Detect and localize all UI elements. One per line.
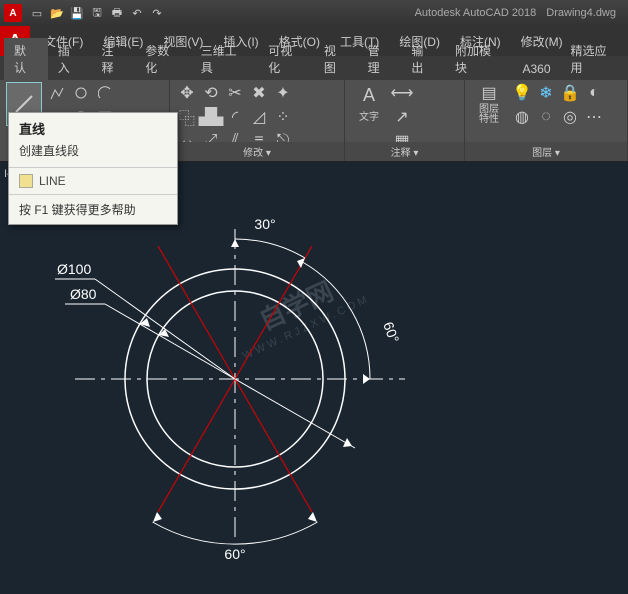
- erase-icon[interactable]: ✖: [248, 82, 270, 104]
- tab-addins[interactable]: 附加模块: [445, 38, 512, 80]
- tab-parametric[interactable]: 参数化: [135, 38, 191, 80]
- tab-view[interactable]: 视图: [314, 38, 358, 80]
- save-icon[interactable]: 💾: [68, 4, 86, 22]
- panel-modify: ✥ ⟲ ✂ ✖ ✦ ⿻ ▟▙ ◜ ◿ ⁘ ↔ ⤢ ⫽ ≡: [170, 80, 345, 161]
- panel-annotate: A 文字 ⟷ ↗ ▦ 注释 ▾: [345, 80, 465, 161]
- titlebar: A ▭ 📂 💾 🖫 🖶 ↶ ↷ Autodesk AutoCAD 2018 Dr…: [0, 0, 628, 26]
- quick-access-toolbar: ▭ 📂 💾 🖫 🖶 ↶ ↷: [28, 4, 166, 22]
- arc-icon[interactable]: [94, 82, 116, 104]
- tooltip-title: 直线: [9, 113, 177, 140]
- layer-prev-icon[interactable]: ◌: [535, 106, 557, 128]
- line-tooltip: 直线 创建直线段 LINE 按 F1 键获得更多帮助: [8, 112, 178, 225]
- ribbon-tabs: 默认 插入 注释 参数化 三维工具 可视化 视图 管理 输出 附加模块 A360…: [0, 56, 628, 80]
- layer-properties-label: 图层 特性: [479, 105, 499, 125]
- layer-properties-button[interactable]: ▤ 图层 特性: [471, 82, 507, 126]
- dim-60b: 60°: [224, 546, 245, 562]
- panel-modify-label[interactable]: 修改 ▾: [170, 142, 344, 161]
- layer-lock-icon[interactable]: 🔒: [559, 82, 581, 104]
- dim-d80: Ø80: [70, 286, 97, 302]
- leader-icon[interactable]: ↗: [391, 106, 413, 128]
- layer-freeze-icon[interactable]: ❄: [535, 82, 557, 104]
- move-icon[interactable]: ✥: [176, 82, 198, 104]
- tooltip-cmd: LINE: [39, 174, 66, 188]
- tab-featured[interactable]: 精选应用: [561, 38, 628, 80]
- cad-drawing: 自学网 WWW.RJZXW.COM 30° 60°: [0, 164, 628, 594]
- tooltip-desc: 创建直线段: [9, 140, 177, 168]
- layer-on-icon[interactable]: 💡: [511, 82, 533, 104]
- tab-insert[interactable]: 插入: [48, 38, 92, 80]
- mirror-icon[interactable]: ▟▙: [200, 106, 222, 128]
- saveas-icon[interactable]: 🖫: [88, 4, 106, 22]
- chamfer-icon[interactable]: ◿: [248, 106, 270, 128]
- command-icon: [19, 174, 33, 188]
- app-icon-small: A: [4, 4, 22, 22]
- array-icon[interactable]: ⁘: [272, 106, 294, 128]
- dim-60r: 60°: [380, 320, 402, 345]
- layer-iso-icon[interactable]: ◐: [583, 82, 605, 104]
- tab-output[interactable]: 输出: [401, 38, 445, 80]
- text-button-label: 文字: [359, 108, 379, 123]
- dim-d100: Ø100: [57, 261, 91, 277]
- trim-icon[interactable]: ✂: [224, 82, 246, 104]
- text-button[interactable]: A 文字: [351, 82, 387, 126]
- layer-match-icon[interactable]: ◍: [511, 106, 533, 128]
- linear-dim-icon[interactable]: ⟷: [391, 82, 413, 104]
- explode-icon[interactable]: ✦: [272, 82, 294, 104]
- print-icon[interactable]: 🖶: [108, 4, 126, 22]
- tab-3dtools[interactable]: 三维工具: [191, 38, 258, 80]
- layer-state-icon[interactable]: ◎: [559, 106, 581, 128]
- redo-icon[interactable]: ↷: [148, 4, 166, 22]
- tab-visualize[interactable]: 可视化: [258, 38, 314, 80]
- tab-manage[interactable]: 管理: [358, 38, 402, 80]
- app-title: Autodesk AutoCAD 2018: [415, 7, 537, 19]
- rotate-icon[interactable]: ⟲: [200, 82, 222, 104]
- panel-layers: ▤ 图层 特性 💡 ❄ 🔒 ◐ ◍ ◌ ◎ ⋯ 图层 ▾: [465, 80, 628, 161]
- dim-30: 30°: [254, 216, 275, 232]
- panel-annotate-label[interactable]: 注释 ▾: [345, 142, 464, 161]
- new-icon[interactable]: ▭: [28, 4, 46, 22]
- fillet-icon[interactable]: ◜: [224, 106, 246, 128]
- layer-more-icon[interactable]: ⋯: [583, 106, 605, 128]
- document-name: Drawing4.dwg: [546, 7, 616, 19]
- tooltip-help: 按 F1 键获得更多帮助: [9, 195, 177, 224]
- undo-icon[interactable]: ↶: [128, 4, 146, 22]
- polyline-icon[interactable]: [46, 82, 68, 104]
- copy-icon[interactable]: ⿻: [176, 106, 198, 128]
- model-space[interactable]: I— 自学网 WWW.RJZXW.COM 30° 60°: [0, 164, 628, 594]
- open-icon[interactable]: 📂: [48, 4, 66, 22]
- panel-layers-label[interactable]: 图层 ▾: [465, 142, 627, 161]
- tab-default[interactable]: 默认: [4, 38, 48, 80]
- tab-a360[interactable]: A360: [513, 58, 561, 80]
- tab-annotate[interactable]: 注释: [91, 38, 135, 80]
- tooltip-cmd-row: LINE: [9, 168, 177, 195]
- circle-icon[interactable]: [70, 82, 92, 104]
